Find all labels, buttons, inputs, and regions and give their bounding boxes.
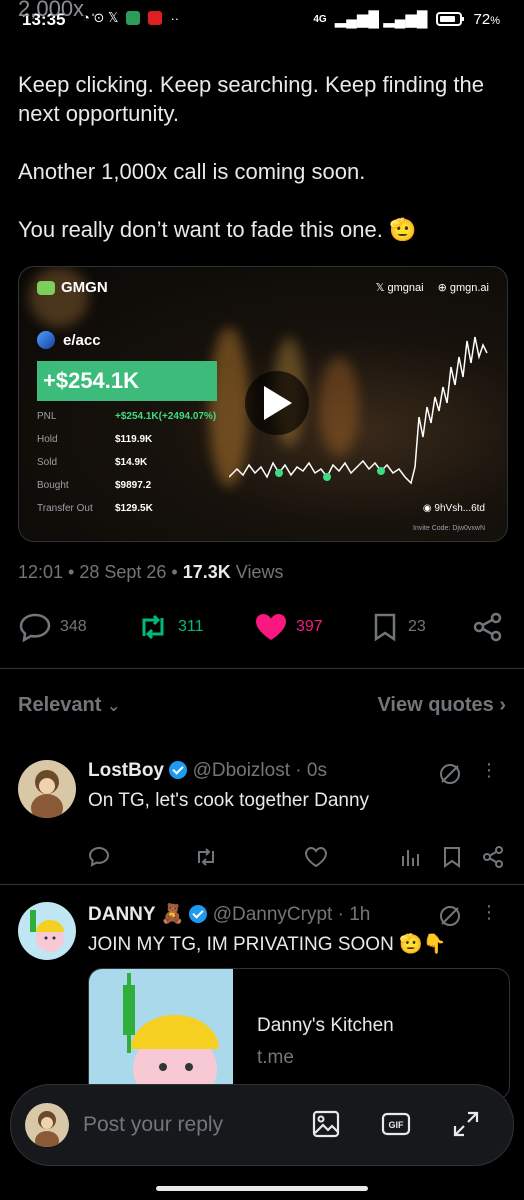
verified-badge-icon [189, 905, 208, 923]
handle[interactable]: @DannyCrypt · 1h [213, 904, 371, 925]
user-avatar [25, 1103, 69, 1147]
display-name[interactable]: LostBoy [88, 760, 164, 781]
token-icon [37, 331, 55, 349]
play-icon [264, 386, 292, 420]
chevron-right-icon: › [499, 694, 506, 716]
reply-text: JOIN MY TG, IM PRIVATING SOON 🫡👇 [88, 934, 447, 955]
sort-relevant-button[interactable]: Relevant ⌄ [18, 694, 120, 716]
tweet-paragraph: You really don’t want to fade this one. … [18, 217, 417, 242]
bookmark-icon [374, 613, 396, 642]
expand-icon[interactable] [451, 1109, 481, 1144]
display-name[interactable]: DANNY 🧸 [88, 904, 184, 925]
media-links: 𝕏 gmgnai ⊕ gmgn.ai [376, 281, 489, 294]
image-icon[interactable] [311, 1109, 341, 1144]
share-button[interactable] [472, 612, 504, 642]
gif-icon[interactable]: GIF [381, 1109, 411, 1144]
youtube-icon [148, 11, 163, 25]
invite-code: Invite Code: Djw0vxwN [413, 525, 485, 532]
repost-icon [142, 614, 164, 640]
battery-icon [435, 12, 464, 26]
tweet-paragraph: Another 1,000x call is coming soon. [18, 159, 366, 184]
views-count: 17.3K [182, 562, 231, 582]
heart-icon[interactable] [304, 846, 328, 873]
token-label: e/acc [37, 331, 101, 349]
grok-icon[interactable] [438, 762, 462, 786]
reply-button[interactable]: 348 [18, 612, 87, 642]
reply-header: DANNY 🧸 @DannyCrypt · 1h [88, 902, 370, 926]
play-button[interactable] [245, 371, 309, 435]
divider [0, 668, 524, 669]
repost-button[interactable]: 311 [136, 612, 204, 642]
reply-icon[interactable] [88, 846, 110, 873]
tweet-paragraph: Keep clicking. Keep searching. Keep find… [18, 72, 484, 126]
video-media[interactable]: GMGN 𝕏 gmgnai ⊕ gmgn.ai e/acc +$254.1K P… [18, 266, 508, 542]
light-glow [29, 267, 89, 327]
sort-bar: Relevant ⌄ View quotes › [18, 694, 506, 717]
gmgn-logo: GMGN [37, 279, 108, 296]
signal-icon: ▂▄▆█ ▂▄▆█ [334, 11, 428, 28]
tweet-actions: 348 311 397 23 [18, 612, 508, 646]
share-icon[interactable] [482, 846, 504, 873]
grok-icon[interactable] [438, 904, 462, 928]
tweet-body: Keep clicking. Keep searching. Keep find… [18, 70, 498, 273]
views-icon[interactable] [400, 846, 422, 873]
avatar[interactable] [18, 902, 76, 960]
svg-text:GIF: GIF [389, 1120, 405, 1130]
more-options-icon[interactable]: ⋮ [480, 760, 498, 781]
app-icon [126, 11, 141, 25]
frog-icon [37, 280, 55, 295]
pnl-stats: PNL +$254.1K(+2494.07%) Hold $119.9K Sold $… [37, 411, 217, 514]
web-link: ⊕ gmgn.ai [437, 282, 489, 294]
divider [0, 884, 524, 885]
timestamp: 12:01 • 28 Sept 26 • [18, 562, 183, 582]
heart-icon [256, 614, 286, 640]
view-quotes-button[interactable]: View quotes › [377, 694, 506, 717]
avatar[interactable] [18, 760, 76, 818]
link-card[interactable]: Danny's Kitchen t.me [88, 968, 510, 1100]
reply-composer[interactable]: Post your reply GIF [10, 1084, 514, 1166]
reply-header: LostBoy @Dboizlost · 0s [88, 760, 327, 782]
reply-actions [88, 846, 508, 870]
home-indicator[interactable] [156, 1186, 368, 1191]
repost-icon[interactable] [194, 846, 218, 873]
bookmark-button[interactable]: 23 [370, 612, 426, 642]
battery-percent: 72% [473, 10, 500, 28]
more-dots-icon: ·· [170, 10, 180, 26]
tweet-meta: 12:01 • 28 Sept 26 • 17.3K Views [18, 562, 283, 583]
share-icon [473, 612, 502, 642]
views-label: Views [230, 562, 284, 582]
chevron-down-icon: ⌄ [106, 698, 121, 715]
x-link: 𝕏 gmgnai [375, 282, 424, 294]
status-right: 4G ▂▄▆█ ▂▄▆█ 72% [313, 10, 500, 29]
more-options-icon[interactable]: ⋮ [480, 902, 498, 923]
like-button[interactable]: 397 [254, 612, 323, 642]
reply-item[interactable]: LostBoy @Dboizlost · 0s ⋮ On TG, let's c… [18, 760, 508, 878]
notification-icons: ◔ ⊙ 𝕏 ·· [82, 10, 179, 26]
pnl-highlight: +$254.1K [37, 361, 217, 401]
network-type: 4G [313, 13, 327, 25]
wallet-address: ◉ 9hVsh...6td [422, 503, 485, 514]
verified-badge-icon [169, 761, 188, 779]
reply-input[interactable]: Post your reply [83, 1113, 223, 1137]
reply-text: On TG, let's cook together Danny [88, 790, 370, 811]
link-title: Danny's Kitchen [257, 1015, 394, 1036]
handle[interactable]: @Dboizlost · 0s [193, 760, 327, 781]
link-thumbnail [89, 969, 233, 1099]
clipped-text: 2,000x . [18, 0, 97, 21]
bookmark-icon[interactable] [442, 846, 462, 873]
reply-icon [19, 613, 51, 642]
link-url: t.me [257, 1047, 294, 1068]
